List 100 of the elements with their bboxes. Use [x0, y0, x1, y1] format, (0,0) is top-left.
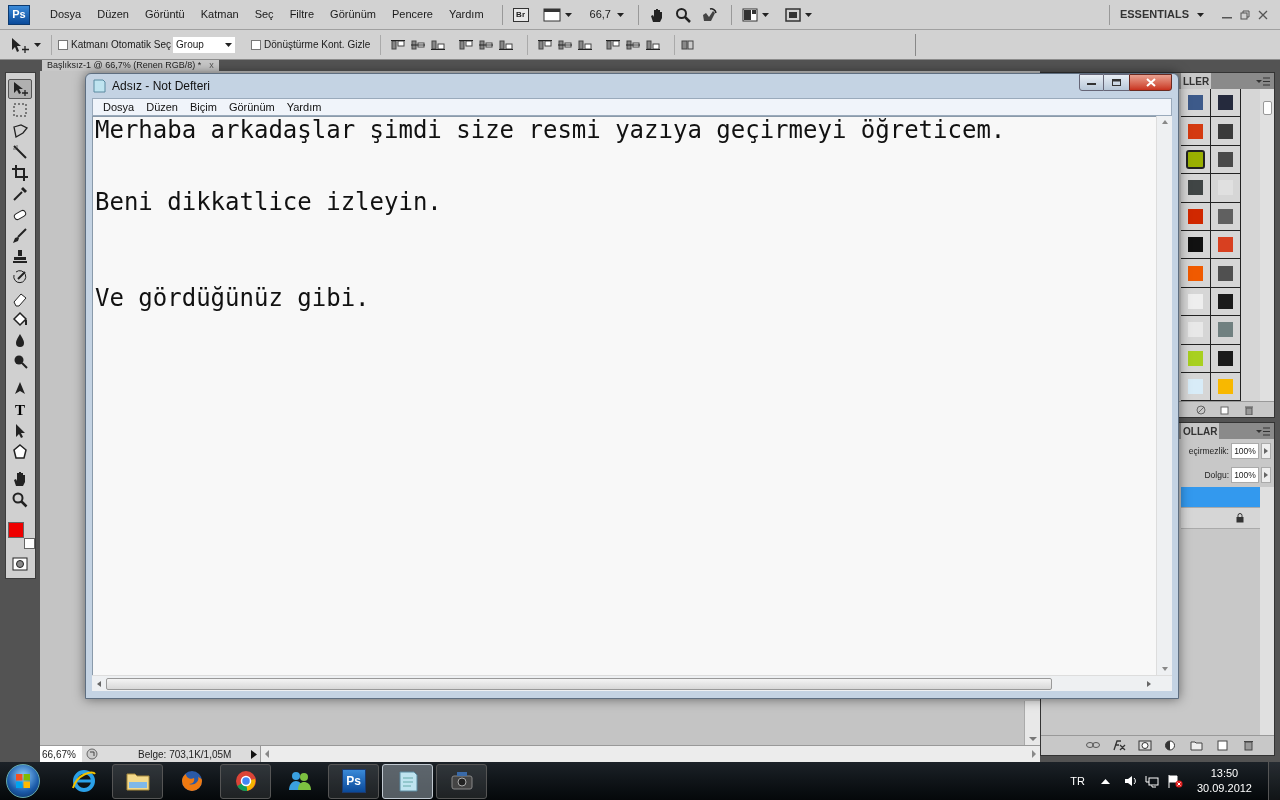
- rotate-hand-icon: [701, 6, 717, 23]
- caret-icon: [34, 42, 41, 47]
- taskbar-button[interactable]: [112, 763, 163, 799]
- mask-icon: [1138, 740, 1152, 751]
- new-item-icon: [1220, 404, 1230, 415]
- color-swatch[interactable]: [1188, 322, 1203, 338]
- color-swatch[interactable]: [1218, 265, 1233, 281]
- text-area[interactable]: Merhaba arkadaşlar şimdi size resmi yazıya geçirmeyi öğreticem. Beni dikkatlice izleyin. Ve gördüğünüz gibi.: [92, 116, 1156, 675]
- color-swatch[interactable]: [1218, 151, 1233, 167]
- background-color-swatch[interactable]: [24, 538, 35, 549]
- auto-select-checkbox[interactable]: Katmanı Otomatik Seç: [58, 37, 172, 52]
- color-swatch[interactable]: [1188, 379, 1203, 395]
- clock-date[interactable]: 30.09.2012: [1196, 781, 1252, 796]
- panel-tab[interactable]: LLER: [1181, 73, 1212, 89]
- vertical-scrollbar[interactable]: [1260, 487, 1274, 735]
- color-swatch[interactable]: [1218, 123, 1233, 139]
- arrange-documents-button[interactable]: [742, 7, 769, 22]
- zoom-field[interactable]: 66,67%: [40, 746, 82, 762]
- window-title: Adsız - Not Defteri: [112, 78, 211, 95]
- type-tool[interactable]: T: [8, 400, 32, 420]
- search-icon: [11, 491, 29, 509]
- workspace-dropdown[interactable]: ESSENTIALS: [1119, 6, 1204, 23]
- up-arrow-icon: [1100, 778, 1110, 784]
- color-swatch[interactable]: [1188, 180, 1203, 196]
- folder-icon: [1190, 740, 1204, 751]
- menu-item[interactable]: Görüntü: [137, 4, 193, 25]
- menu-item[interactable]: Dosya: [42, 4, 90, 25]
- vertical-scrollbar[interactable]: [1024, 701, 1040, 745]
- taskbar-button[interactable]: [220, 763, 271, 799]
- minimize-button[interactable]: [1079, 74, 1104, 91]
- group-dropdown[interactable]: Group: [173, 36, 236, 53]
- menu-item[interactable]: Düzen: [89, 4, 137, 25]
- color-swatch[interactable]: [1188, 350, 1203, 366]
- align-icon: [459, 38, 474, 51]
- fill-field[interactable]: 100%: [1231, 467, 1259, 483]
- stamp-icon: [11, 248, 29, 266]
- menu-item[interactable]: Pencere: [383, 4, 441, 25]
- taskbar-button[interactable]: Ps: [328, 763, 379, 799]
- move-tool[interactable]: [8, 79, 32, 99]
- menu-item[interactable]: Seç: [246, 4, 282, 25]
- triangle-icon: [1264, 448, 1268, 454]
- color-swatch[interactable]: [1218, 237, 1233, 253]
- eyedropper-icon: [11, 185, 29, 203]
- color-swatch[interactable]: [1188, 151, 1203, 167]
- menu-item[interactable]: Filtre: [281, 4, 323, 25]
- screen-mode-button[interactable]: [785, 7, 812, 22]
- panel-tab[interactable]: OLLAR: [1181, 423, 1220, 439]
- caret-icon: [762, 12, 769, 17]
- zoom-level-dropdown[interactable]: 66,7: [589, 6, 624, 23]
- maximize-icon: [1112, 79, 1121, 86]
- show-desktop-button[interactable]: [1268, 762, 1280, 800]
- color-swatch[interactable]: [1188, 208, 1203, 224]
- color-swatch[interactable]: [1218, 293, 1233, 309]
- color-swatch[interactable]: [1188, 237, 1203, 253]
- menu-item[interactable]: Yardım: [280, 98, 328, 116]
- triangle-icon: [251, 749, 257, 759]
- color-swatch[interactable]: [1188, 293, 1203, 309]
- slider-toggle-button[interactable]: [1261, 443, 1271, 459]
- screen-frame-icon: [785, 7, 801, 22]
- vertical-scrollbar[interactable]: [1260, 89, 1274, 401]
- windows-logo-icon: [15, 773, 31, 789]
- search-icon: [675, 6, 691, 23]
- opacity-field[interactable]: 100%: [1231, 443, 1259, 459]
- horizontal-scrollbar[interactable]: [260, 746, 1040, 762]
- slider-toggle-button[interactable]: [1261, 467, 1271, 483]
- clock-time[interactable]: 13:50: [1210, 766, 1239, 781]
- tool-preset-picker[interactable]: [10, 36, 41, 53]
- view-extras-button[interactable]: [542, 7, 572, 22]
- color-swatch[interactable]: [1218, 379, 1233, 395]
- menu-item[interactable]: Dosya: [97, 98, 141, 116]
- bridge-button[interactable]: Br: [512, 7, 529, 22]
- menu-item[interactable]: Katman: [192, 4, 247, 25]
- color-swatch[interactable]: [1218, 95, 1233, 111]
- align-icon: [391, 38, 406, 51]
- caret-icon: [1197, 12, 1204, 17]
- menu-item[interactable]: Görünüm: [322, 4, 384, 25]
- transform-controls-checkbox[interactable]: Dönüştürme Kont. Gizle: [251, 37, 371, 52]
- color-swatch[interactable]: [1188, 123, 1203, 139]
- color-swatch[interactable]: [1218, 208, 1233, 224]
- close-icon: [1258, 9, 1268, 20]
- start-button[interactable]: [6, 764, 40, 798]
- maximize-button[interactable]: [1104, 74, 1129, 91]
- menu-item[interactable]: Yardım: [440, 4, 492, 25]
- language-indicator[interactable]: TR: [1070, 772, 1085, 790]
- arrow-move-icon: [11, 80, 29, 98]
- color-swatch[interactable]: [1218, 322, 1233, 338]
- document-tab[interactable]: Başlıksız-1 @ 66,7% (Renen RGB/8) * x: [42, 60, 219, 71]
- color-swatch[interactable]: [1218, 350, 1233, 366]
- menu-item[interactable]: Biçim: [184, 98, 223, 116]
- quick-mask-button[interactable]: [10, 556, 30, 572]
- layer-row[interactable]: [1181, 508, 1260, 529]
- menu-item[interactable]: Görünüm: [222, 98, 281, 116]
- align-icon: [578, 38, 593, 51]
- caret-icon: [805, 12, 812, 17]
- color-swatch[interactable]: [1188, 95, 1203, 111]
- menu-item[interactable]: Düzen: [140, 98, 184, 116]
- align-icon: [606, 38, 621, 51]
- foreground-color-swatch[interactable]: [8, 522, 24, 538]
- color-swatch[interactable]: [1188, 265, 1203, 281]
- close-button[interactable]: [1129, 74, 1172, 91]
